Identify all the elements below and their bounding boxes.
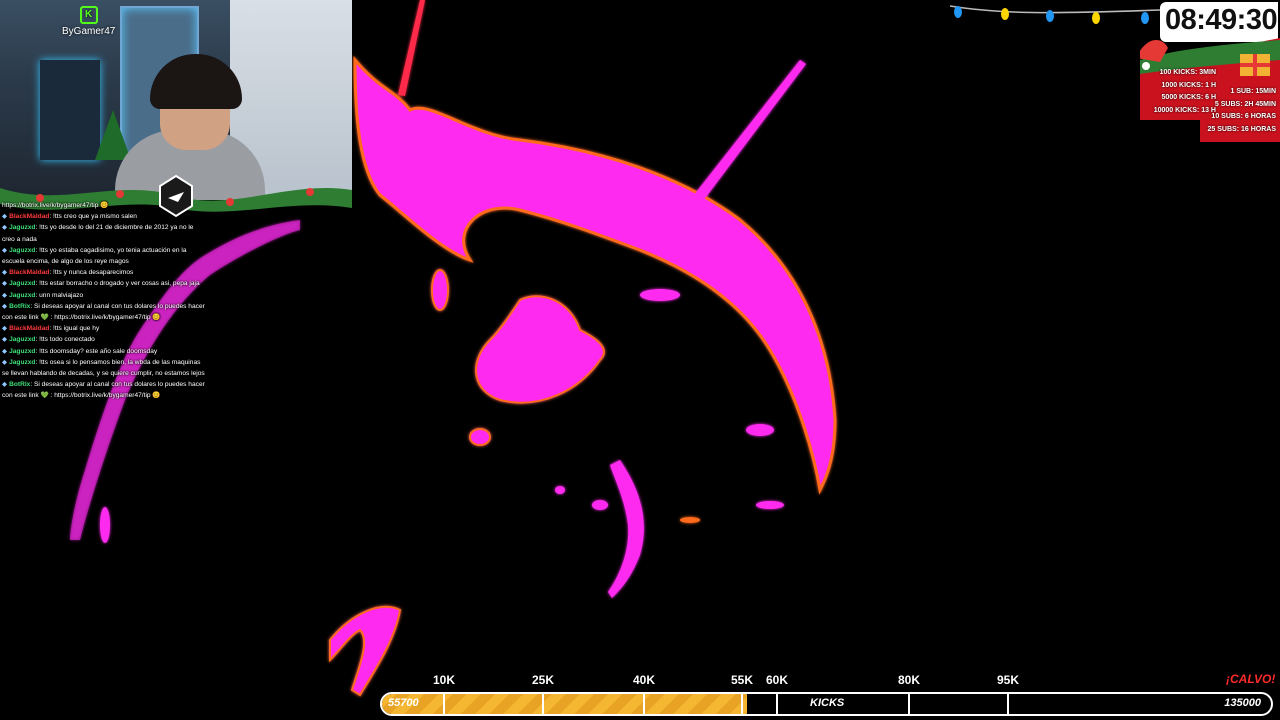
sub-goal-item: 5 SUBS: 2H 45MIN xyxy=(1214,100,1276,108)
kicks-progress-bar: 55700 KICKS 135000 xyxy=(380,692,1273,716)
chat-username: Jaguzxd xyxy=(9,224,36,232)
christmas-lights xyxy=(950,5,1160,24)
chat-badge-icon: ◆ xyxy=(2,269,8,277)
chat-username: Jaguzxd xyxy=(9,336,36,344)
stream-clock: 08:49:30 xyxy=(1165,4,1278,36)
milestone-tick xyxy=(908,692,910,716)
milestone-label: 60K xyxy=(765,673,789,687)
chat-badge-icon: ◆ xyxy=(2,381,8,389)
chat-username: Jaguzxd xyxy=(9,246,36,254)
milestone-label: 10K xyxy=(432,673,456,687)
channel-logo-text: ByGamer47 xyxy=(62,26,116,37)
streamer-hair xyxy=(150,54,242,109)
chat-username: BlackMaldad xyxy=(9,213,50,221)
chat-username: Jaguzxd xyxy=(9,291,36,299)
chat-message: ◆ Jaguzxd: !tts osea si lo pensamos bien,… xyxy=(0,357,210,379)
chat-badge-icon: ◆ xyxy=(2,246,8,254)
gift-icon xyxy=(1240,54,1270,76)
chat-badge-icon: ◆ xyxy=(2,224,8,232)
chat-text: : !tts todo conectado xyxy=(35,336,95,344)
milestone-label: 25K xyxy=(531,673,555,687)
chat-text: : Si deseas apoyar al canal con tus dola… xyxy=(2,381,205,400)
channel-logo: K ByGamer47 xyxy=(62,6,115,37)
milestone-tick xyxy=(443,692,445,716)
chat-message: ◆ BlackMaldad: !tts y nunca desaparecimos xyxy=(0,267,210,278)
chat-message: ◆ Jaguzxd: !tts doomsday? este año sale d… xyxy=(0,346,210,357)
chat-message: ◆ Jaguzxd: !tts todo conectado xyxy=(0,334,210,345)
final-reward-label: ¡CALVO! xyxy=(1226,672,1276,686)
sub-goals-list: 1 SUB: 15MIN 5 SUBS: 2H 45MIN 10 SUBS: 6… xyxy=(1206,86,1276,136)
chat-badge-icon: ◆ xyxy=(2,336,8,344)
chat-badge-icon: ◆ xyxy=(2,291,8,299)
webcam-shelf xyxy=(40,60,100,160)
chat-username: BotRix xyxy=(9,381,31,389)
chat-badge-icon: ◆ xyxy=(2,302,8,310)
chat-text: : Si deseas apoyar al canal con tus dola… xyxy=(2,302,205,322)
chat-overlay: https://botrix.live/k/bygamer47/tip 😊 ◆ Bl… xyxy=(0,200,210,475)
sub-goal-item: 10 SUBS: 6 HORAS xyxy=(1211,113,1276,121)
milestone-tick xyxy=(542,692,544,716)
chat-message: ◆ BlackMaldad: !tts igual que hy xyxy=(0,323,210,334)
chat-badge-icon: ◆ xyxy=(2,213,8,221)
chat-text: : !tts doomsday? este año sale doomsday xyxy=(35,347,158,355)
milestone-label: 80K xyxy=(897,673,921,687)
chat-text: : !tts creo que ya mismo salen xyxy=(49,213,137,221)
sub-goal-item: 25 SUBS: 16 HORAS xyxy=(1207,125,1276,133)
chat-message: ◆ BlackMaldad: !tts creo que ya mismo sal… xyxy=(0,211,210,222)
progress-center-label: KICKS xyxy=(810,697,845,709)
milestone-label: 55K xyxy=(730,673,754,687)
milestone-tick xyxy=(643,692,645,716)
chat-badge-icon: ◆ xyxy=(2,358,8,366)
chat-badge-icon: ◆ xyxy=(2,280,8,288)
progress-current-value: 55700 xyxy=(388,697,419,709)
chat-text: https://botrix.live/k/bygamer47/tip 😊 xyxy=(2,202,109,209)
kick-goal-item: 100 KICKS: 3MIN xyxy=(1159,69,1216,76)
milestone-tick xyxy=(741,692,743,716)
chat-text: : unn malviajazo xyxy=(35,291,84,299)
chat-message: ◆ Jaguzxd: unn malviajazo xyxy=(0,290,210,301)
chat-message: ◆ Jaguzxd: !tts estar borracho o drogado … xyxy=(0,278,210,289)
chat-username: BotRix xyxy=(9,302,31,310)
chat-message: ◆ Jaguzxd: !tts yo desde lo del 21 de dic… xyxy=(0,222,210,244)
sub-goal-item: 1 SUB: 15MIN xyxy=(1230,88,1276,95)
kick-logo-icon: K xyxy=(79,6,98,24)
milestone-tick xyxy=(1007,692,1009,716)
chat-username: BlackMaldad xyxy=(9,325,50,333)
progress-goal-value: 135000 xyxy=(1224,697,1261,709)
chat-text: : !tts y nunca desaparecimos xyxy=(49,269,134,277)
chat-badge-icon: ◆ xyxy=(2,325,8,333)
milestone-label: 40K xyxy=(632,673,656,687)
chat-text: : !tts estar borracho o drogado y ver co… xyxy=(35,280,200,288)
chat-username: Jaguzxd xyxy=(9,347,36,355)
milestone-label: 95K xyxy=(996,673,1020,687)
chat-message: https://botrix.live/k/bygamer47/tip 😊 xyxy=(0,200,210,211)
progress-fill xyxy=(382,694,747,714)
chat-badge-icon: ◆ xyxy=(2,347,8,355)
chat-username: BlackMaldad xyxy=(9,269,50,277)
chat-message: ◆ BotRix: Si deseas apoyar al canal con t… xyxy=(0,379,210,401)
chat-message: ◆ Jaguzxd: !tts yo estaba cagadisimo, yo … xyxy=(0,245,210,267)
chat-text: : !tts igual que hy xyxy=(49,325,100,333)
milestone-tick xyxy=(776,692,778,716)
chat-message: ◆ BotRix: Si deseas apoyar al canal con t… xyxy=(0,301,210,323)
chat-username: Jaguzxd xyxy=(9,358,36,366)
chat-username: Jaguzxd xyxy=(9,280,36,288)
